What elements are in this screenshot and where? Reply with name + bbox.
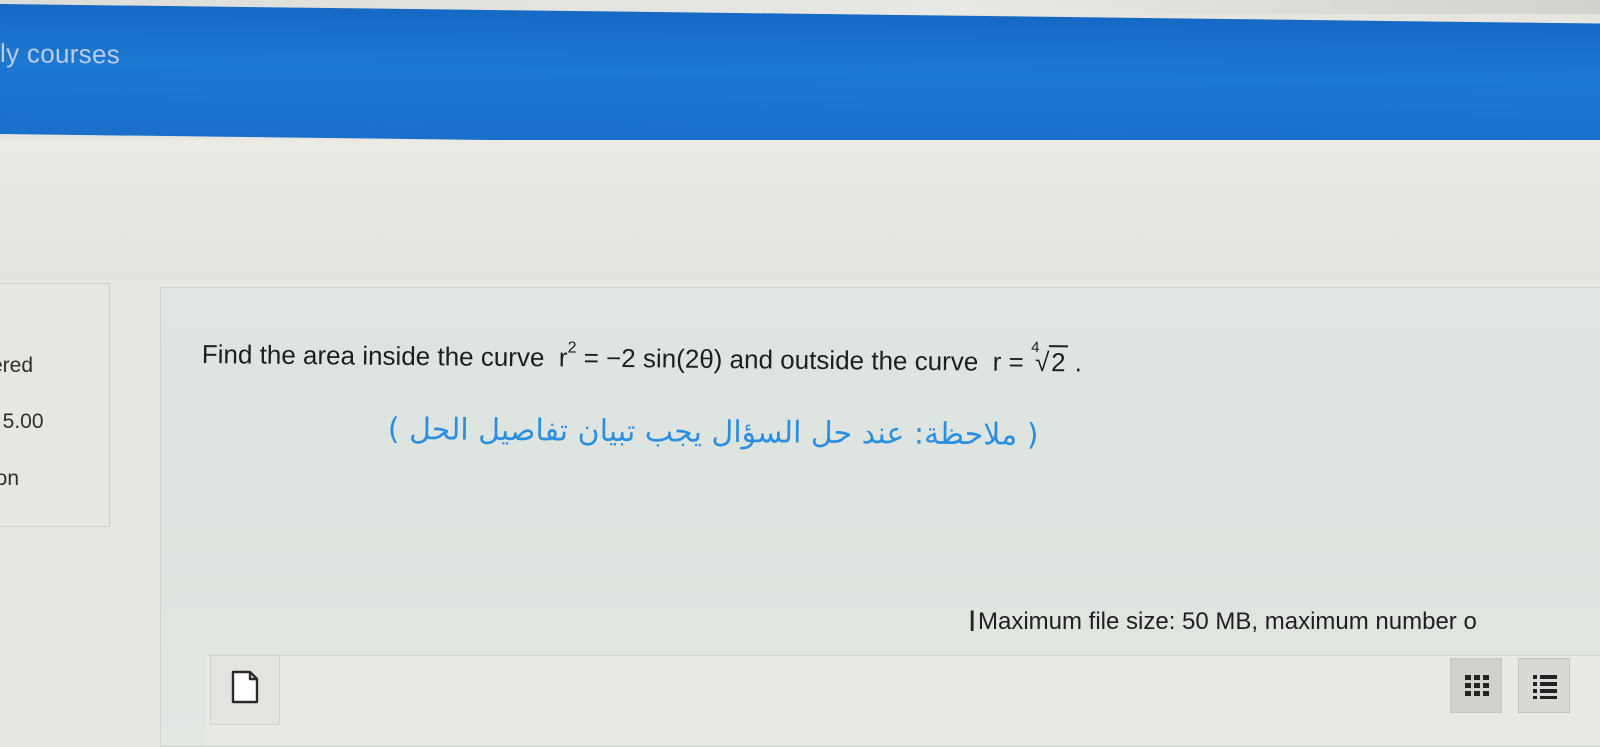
radical-sign: √ bbox=[1034, 346, 1050, 378]
list-view-button[interactable] bbox=[1518, 658, 1570, 713]
file-icon bbox=[231, 670, 259, 704]
question-marks: f 5.00 bbox=[0, 410, 44, 433]
my-courses-link[interactable]: ly courses bbox=[0, 38, 120, 70]
grid-view-icon bbox=[1465, 675, 1489, 696]
radicand: 2 bbox=[1048, 345, 1068, 378]
eq2-lhs: r = bbox=[992, 346, 1024, 377]
file-upload-area[interactable] bbox=[205, 655, 1600, 746]
equation-2: r = 4 √ 2 . bbox=[985, 339, 1083, 378]
question-status: ered bbox=[0, 354, 34, 377]
list-view-icon bbox=[1533, 675, 1557, 699]
eq1-lhs: r bbox=[558, 342, 568, 373]
question-info-box: ered f 5.00 ion bbox=[0, 283, 110, 527]
file-limits-text: Maximum file size: 50 MB, maximum number… bbox=[978, 608, 1477, 635]
period: . bbox=[1074, 347, 1083, 378]
equation-1: r2 = −2 sin(2θ) bbox=[551, 339, 729, 374]
flag-question-link[interactable]: ion bbox=[0, 467, 19, 491]
page-header-area bbox=[0, 140, 1600, 280]
navbar: ly courses bbox=[0, 4, 1600, 154]
fourth-root: 4 √ 2 bbox=[1031, 339, 1068, 378]
grid-view-button[interactable] bbox=[1450, 658, 1502, 713]
eq1-exponent: 2 bbox=[567, 339, 577, 357]
question-text-before: Find the area inside the curve bbox=[201, 339, 545, 373]
question-text-middle: and outside the curve bbox=[729, 344, 979, 377]
arabic-note: ( ملاحظة: عند حل السؤال يجب تبيان تفاصيل… bbox=[387, 412, 1039, 453]
eq1-rhs: = −2 sin(2θ) bbox=[583, 342, 723, 374]
